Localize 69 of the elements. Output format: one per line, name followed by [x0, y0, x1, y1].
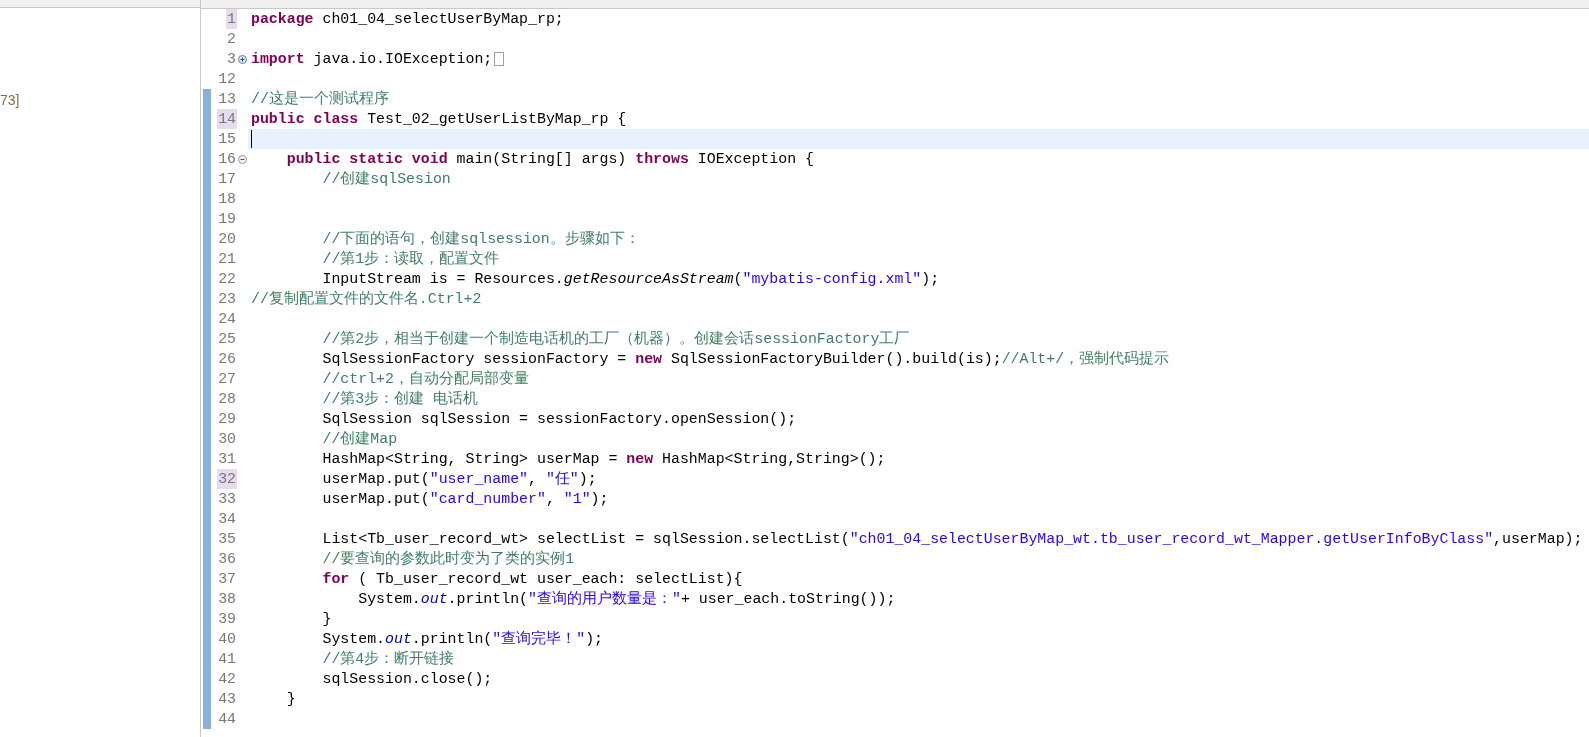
code-line: SqlSession sqlSession = sessionFactory.openSession();: [321, 410, 797, 429]
line-number: 22: [217, 270, 237, 289]
code-line: //创建sqlSesion: [321, 169, 451, 189]
line-number: 40: [217, 630, 237, 649]
line-number: 38: [217, 590, 237, 609]
code-line: System.out.println("查询完毕！");: [321, 629, 604, 649]
line-number: 21: [217, 250, 237, 269]
line-number: 18: [217, 190, 237, 209]
code-line: SqlSessionFactory sessionFactory = new SqlSessionFactoryBuilder().build(is);//Alt+/，强制代码提示: [321, 349, 1170, 369]
code-line: //第1步：读取，配置文件: [321, 249, 500, 269]
code-line: List<Tb_user_record_wt> selectList = sqlSession.selectList("ch01_04_selectUserByMap_wt.tb_user_record_wt_Mapper.getUserInfoByClass",userMap);: [321, 530, 1583, 549]
code-line: userMap.put("user_name", "任");: [321, 470, 597, 489]
line-number: 24: [217, 310, 237, 329]
line-number: 25: [217, 330, 237, 349]
code-line: System.out.println("查询的用户数量是："+ user_each.toString());: [357, 589, 896, 609]
code-line: //要查询的参数此时变为了类的实例1: [321, 549, 575, 569]
code-line: InputStream is = Resources.getResourceAsStream("mybatis-config.xml");: [321, 270, 940, 289]
code-line: }: [321, 610, 332, 629]
code-line: sqlSession.close();: [321, 670, 493, 689]
line-number: 36: [217, 550, 237, 569]
code-line: //第4步：断开链接: [321, 649, 455, 669]
line-number: 27: [217, 370, 237, 389]
code-line: public class Test_02_getUserListByMap_rp {: [251, 110, 627, 129]
code-line: }: [285, 690, 296, 709]
line-number: 42: [217, 670, 237, 689]
line-number: 12: [217, 70, 237, 89]
line-number: 44: [217, 710, 237, 729]
line-number: 35: [217, 530, 237, 549]
line-number: 15: [217, 130, 237, 149]
code-line: //下面的语句，创建sqlsession。步骤如下：: [321, 229, 640, 249]
code-line: //复制配置文件的文件名.Ctrl+2: [251, 289, 482, 309]
line-number: 33: [217, 490, 237, 509]
line-number: 30: [217, 430, 237, 449]
line-number: 17: [217, 170, 237, 189]
code-line: //这是一个测试程序: [251, 89, 389, 109]
line-number: 43: [217, 690, 237, 709]
line-number: 20: [217, 230, 237, 249]
line-number: 41: [217, 650, 237, 669]
line-number: 28: [217, 390, 237, 409]
code-line: //ctrl+2，自动分配局部变量: [321, 369, 529, 389]
code-line: userMap.put("card_number", "1");: [321, 490, 609, 509]
code-line: package ch01_04_selectUserByMap_rp;: [251, 10, 564, 29]
line-number: 39: [217, 610, 237, 629]
line-number: 23: [217, 290, 237, 309]
line-number: 16: [217, 150, 237, 169]
code-line: HashMap<String, String> userMap = new HashMap<String,String>();: [321, 450, 886, 469]
line-number: 3: [226, 50, 237, 69]
line-number: 26: [217, 350, 237, 369]
code-line: for ( Tb_user_record_wt user_each: selectList){: [321, 570, 743, 589]
code-line: //第3步：创建 电话机: [321, 389, 479, 409]
line-number: 1: [226, 9, 237, 29]
text-cursor: [251, 130, 252, 148]
line-number: 37: [217, 570, 237, 589]
panel-text: 73]: [0, 92, 20, 108]
collapse-icon[interactable]: [238, 154, 247, 164]
folded-code-icon[interactable]: [494, 52, 505, 66]
code-line: //创建Map: [321, 429, 398, 449]
line-number: 13: [217, 90, 237, 109]
line-number: 32: [217, 469, 237, 489]
line-number: 31: [217, 450, 237, 469]
expand-icon[interactable]: [238, 54, 247, 64]
line-number: 14: [217, 109, 237, 129]
code-line: public static void main(String[] args) throws IOException {: [285, 150, 814, 169]
code-line: //第2步，相当于创建一个制造电话机的工厂（机器）。创建会话sessionFactory工厂: [321, 329, 910, 349]
line-number: 19: [217, 210, 237, 229]
line-number: 2: [226, 30, 237, 49]
line-number: 29: [217, 410, 237, 429]
code-line: import java.io.IOException;: [251, 50, 493, 69]
line-number: 34: [217, 510, 237, 529]
